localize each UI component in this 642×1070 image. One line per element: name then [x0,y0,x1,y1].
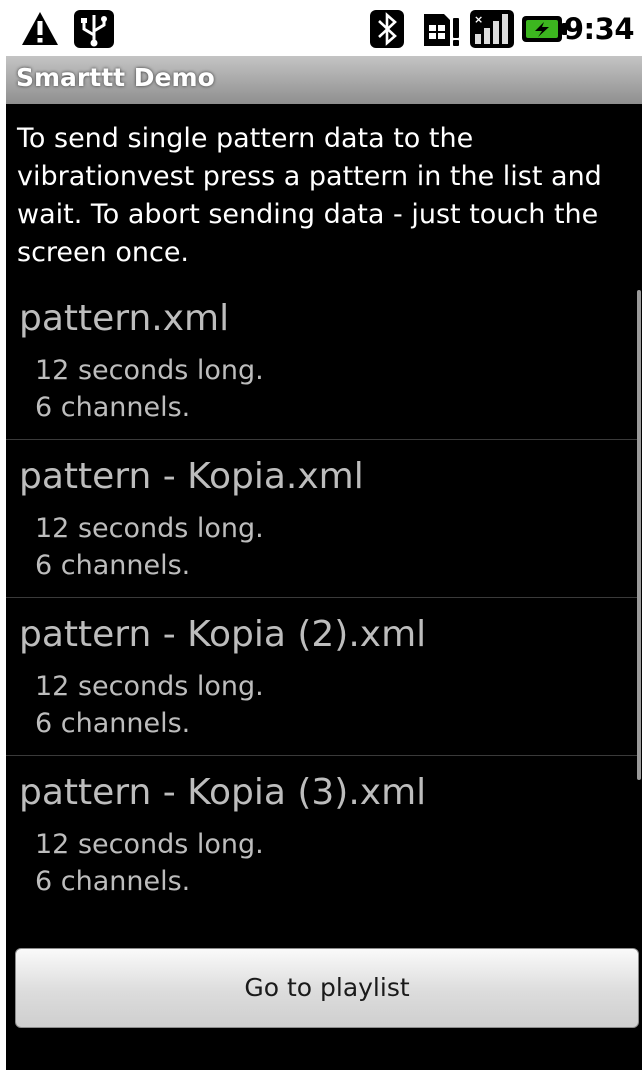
pattern-name: pattern - Kopia (2).xml [19,614,427,655]
pattern-name: pattern - Kopia (3).xml [19,772,427,813]
pattern-list-item[interactable]: pattern.xml 12 seconds long. 6 channels. [6,282,638,440]
pattern-duration: 12 seconds long. [35,671,264,702]
pattern-name: pattern.xml [19,298,230,339]
bluetooth-icon [370,10,404,48]
pattern-channels: 6 channels. [35,550,191,581]
svg-text:×: × [474,13,483,26]
pattern-channels: 6 channels. [35,866,191,897]
go-to-playlist-button[interactable]: Go to playlist [15,948,639,1028]
pattern-list-item[interactable]: pattern - Kopia (2).xml 12 seconds long.… [6,598,638,756]
pattern-channels: 6 channels. [35,708,191,739]
warning-icon [22,12,58,45]
battery-charging-icon [522,16,567,42]
pattern-duration: 12 seconds long. [35,513,264,544]
usb-icon [74,10,114,48]
main-content: To send single pattern data to the vibra… [6,104,642,1070]
pattern-list[interactable]: pattern.xml 12 seconds long. 6 channels.… [6,282,638,913]
screen: × 9:34 Smarttt Demo To send single patte… [0,0,642,1070]
pattern-channels: 6 channels. [35,392,191,423]
instructions-text: To send single pattern data to the vibra… [17,123,602,268]
sim-icon [424,14,459,46]
title-bar: Smarttt Demo [6,56,642,104]
app-title: Smarttt Demo [16,63,215,92]
pattern-list-item[interactable]: pattern - Kopia (3).xml 12 seconds long.… [6,756,638,913]
pattern-duration: 12 seconds long. [35,355,264,386]
signal-icon: × [470,10,514,48]
list-scrollbar[interactable] [637,290,641,780]
pattern-list-item[interactable]: pattern - Kopia.xml 12 seconds long. 6 c… [6,440,638,598]
pattern-name: pattern - Kopia.xml [19,456,364,497]
status-bar: × 9:34 [0,0,642,56]
pattern-duration: 12 seconds long. [35,829,264,860]
clock: 9:34 [563,12,635,46]
